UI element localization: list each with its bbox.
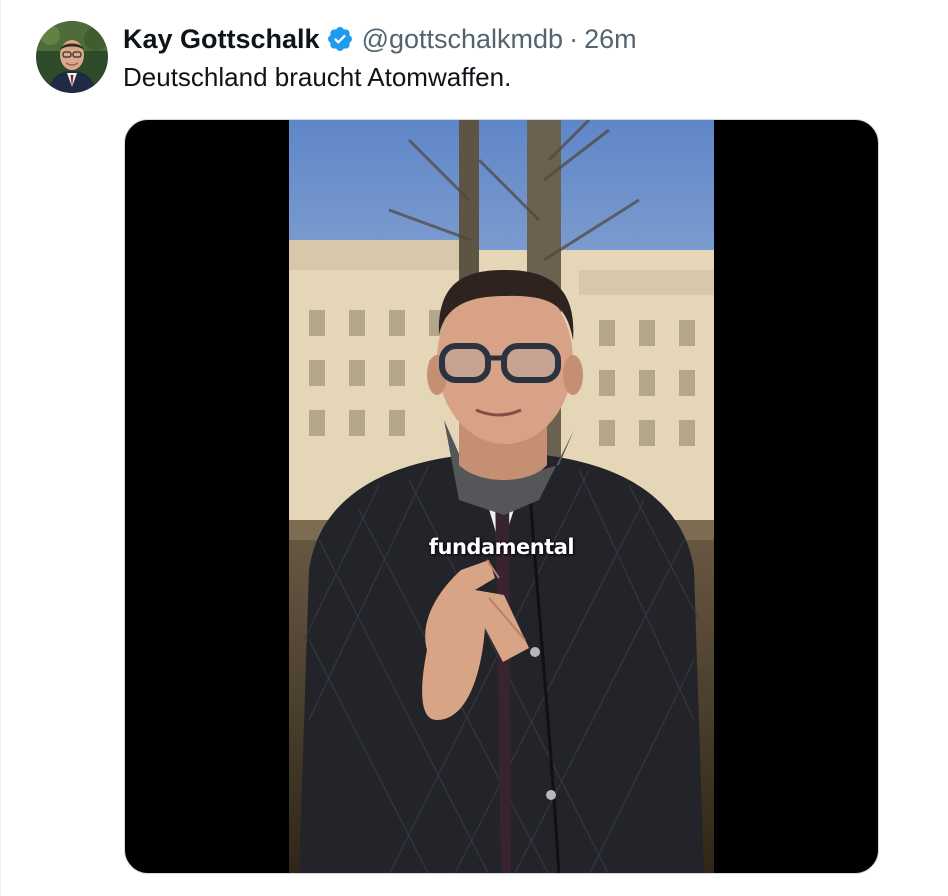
video-player[interactable]: fundamental [124,119,879,874]
video-frame[interactable]: fundamental [289,120,714,873]
tweet-header: Kay Gottschalk @gottschalkmdb · 26m [123,22,637,56]
video-caption: fundamental [428,535,575,559]
author-handle[interactable]: @gottschalkmdb [362,22,564,56]
timestamp[interactable]: 26m [584,22,637,56]
separator-dot: · [569,24,579,54]
tweet[interactable]: Kay Gottschalk @gottschalkmdb · 26m Deut… [0,0,948,896]
avatar[interactable] [36,21,108,93]
verified-badge-icon[interactable] [326,25,354,53]
tweet-text: Deutschland braucht Atomwaffen. [123,62,512,92]
author-name[interactable]: Kay Gottschalk [123,22,320,56]
